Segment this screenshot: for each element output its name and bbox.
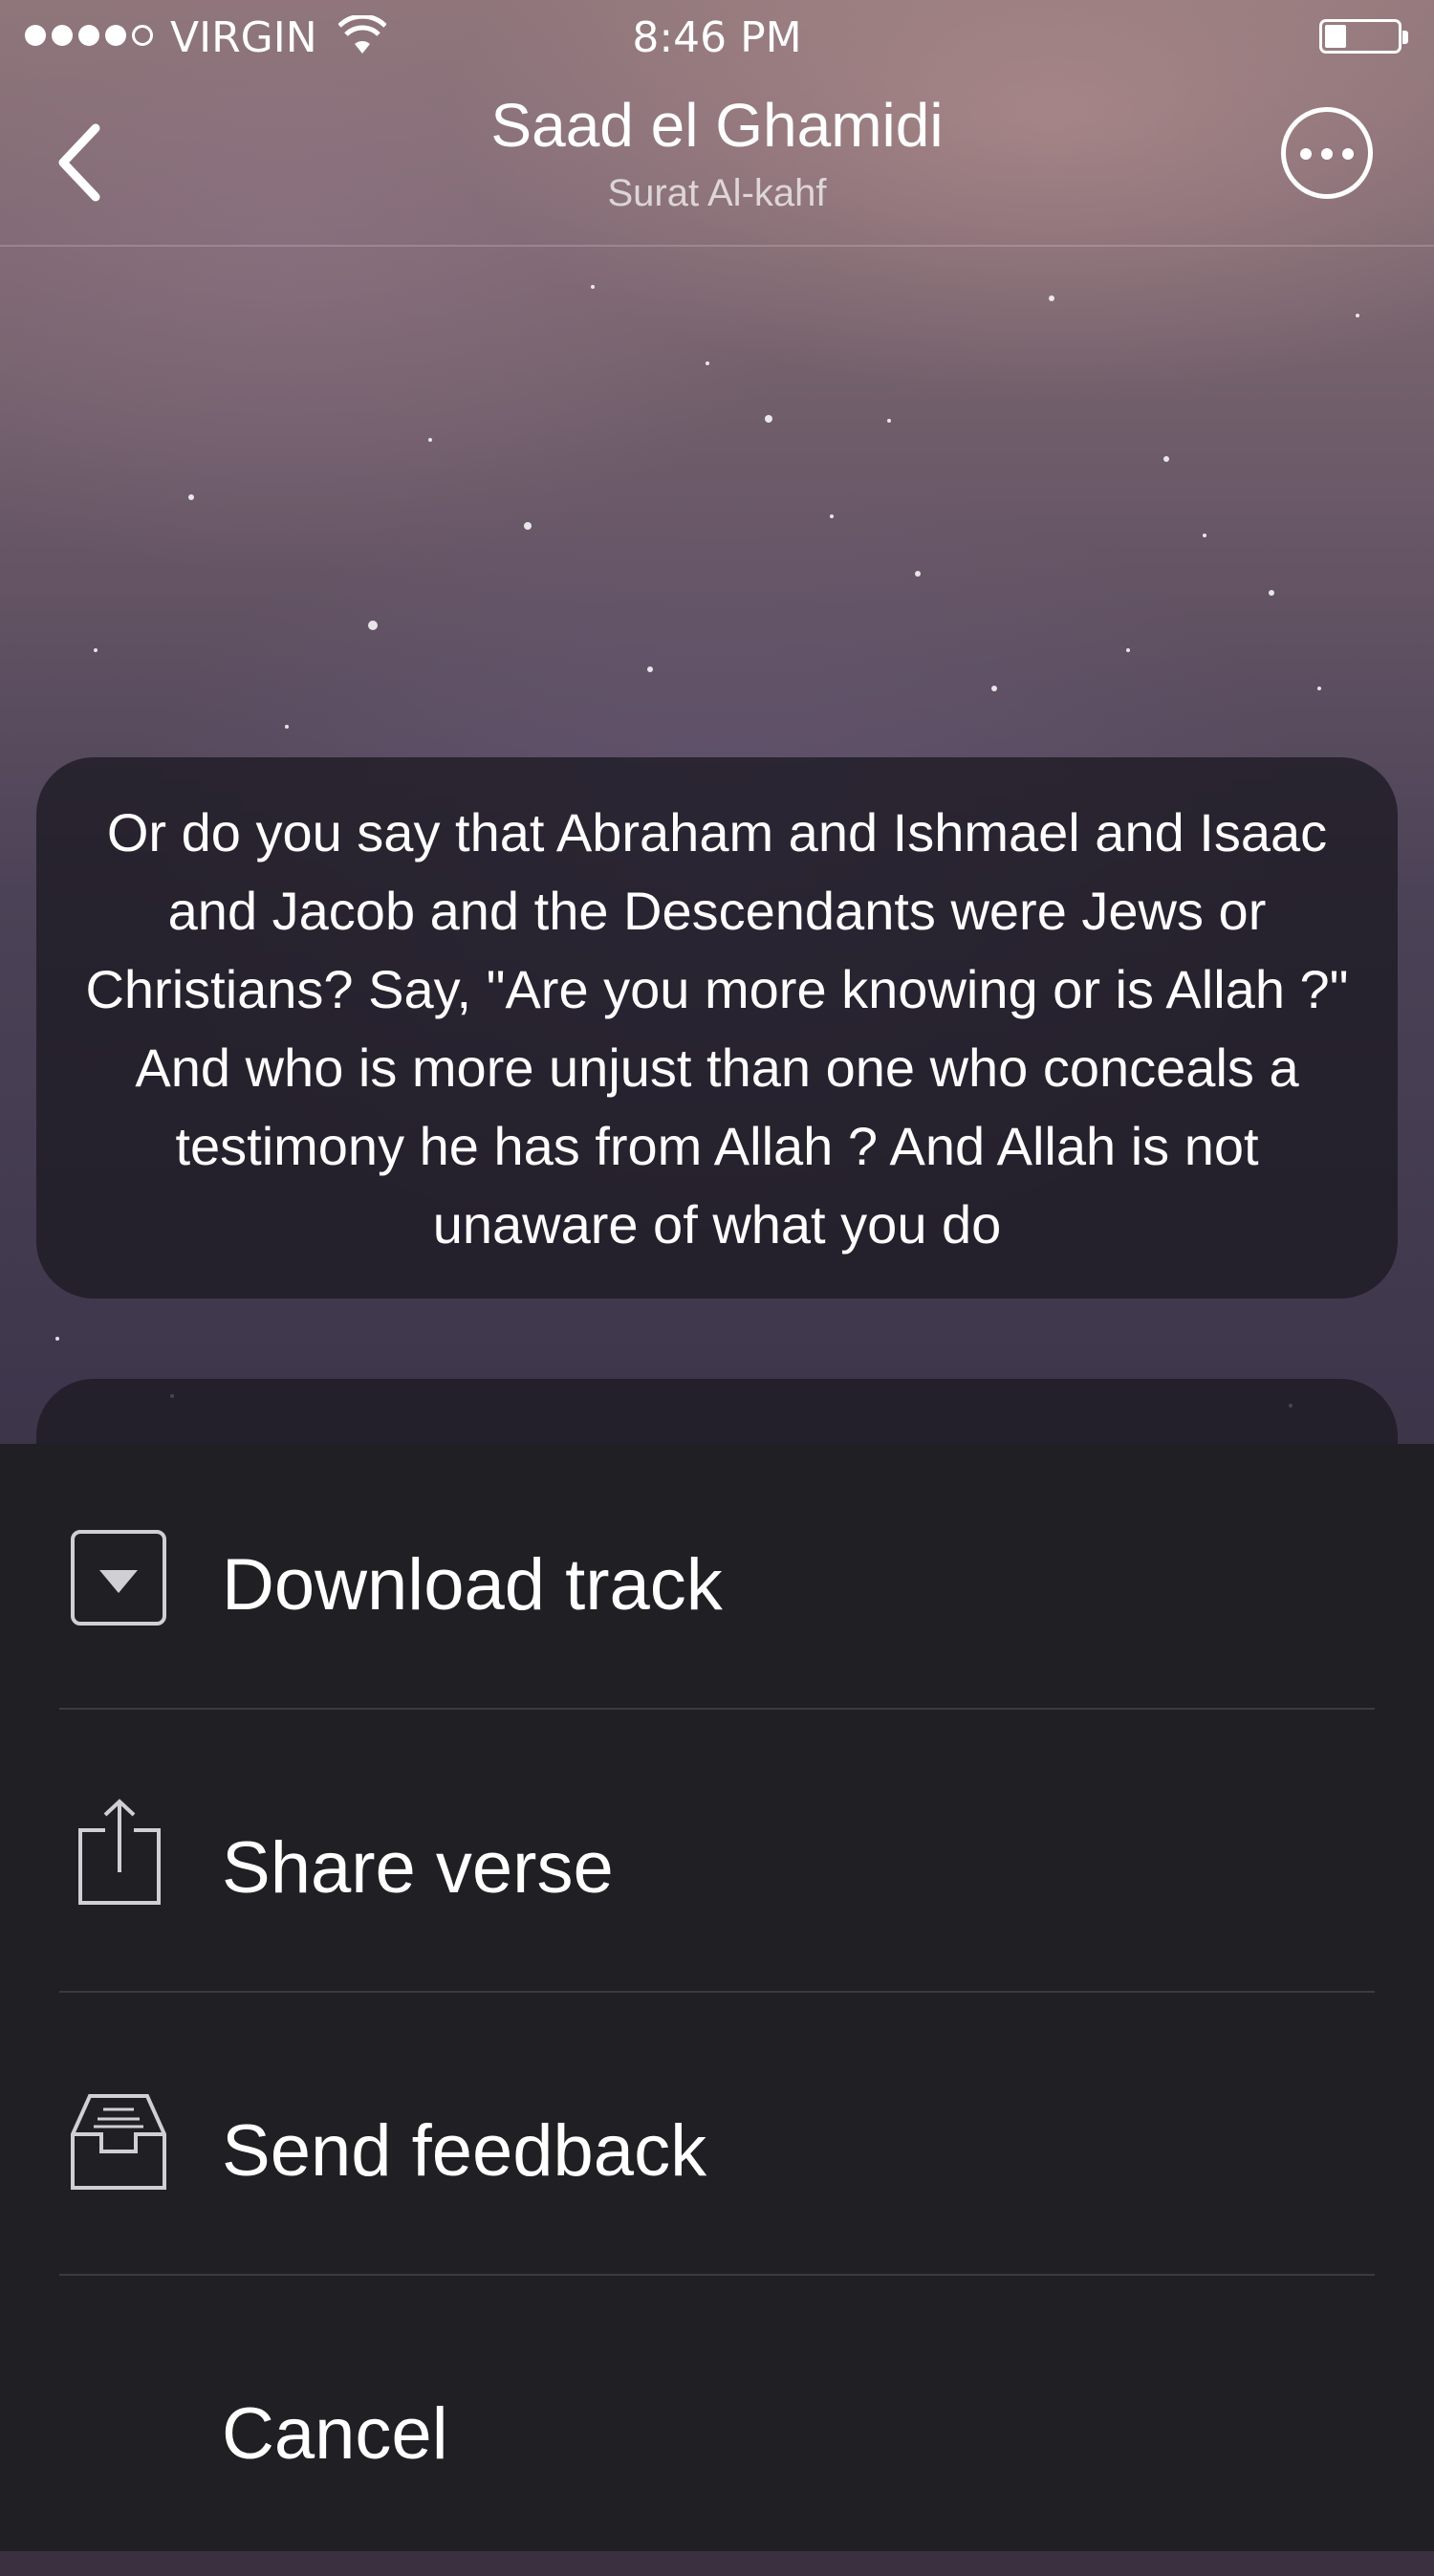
page-subtitle: Surat Al-kahf [607,172,827,214]
clock: 8:46 PM [632,13,802,62]
ellipsis-icon [1286,148,1368,160]
share-icon [78,1799,161,1905]
more-options-button[interactable] [1281,107,1373,199]
action-sheet: Download track Share verse Send feedback… [0,1444,1434,2551]
download-icon [71,1530,166,1626]
page-title: Saad el Ghamidi [490,91,944,160]
divider [59,1708,1375,1710]
download-track-label: Download track [222,1544,723,1626]
send-feedback-button[interactable]: Send feedback [0,2010,1434,2293]
verse-card: Or do you say that Abraham and Ishmael a… [36,757,1398,1299]
status-bar: VIRGIN 8:46 PM [0,0,1434,76]
cancel-label: Cancel [222,2393,448,2475]
share-verse-button[interactable]: Share verse [0,1727,1434,2010]
send-feedback-label: Send feedback [222,2110,707,2192]
inbox-icon [71,2094,166,2190]
share-verse-label: Share verse [222,1827,614,1909]
verse-text: Or do you say that Abraham and Ishmael a… [85,802,1349,1255]
download-track-button[interactable]: Download track [0,1444,1434,1727]
cancel-button[interactable]: Cancel [0,2293,1434,2576]
divider [59,1991,1375,1993]
divider [59,2274,1375,2276]
navigation-bar: Saad el Ghamidi Surat Al-kahf [0,76,1434,247]
battery-icon [1319,19,1408,54]
